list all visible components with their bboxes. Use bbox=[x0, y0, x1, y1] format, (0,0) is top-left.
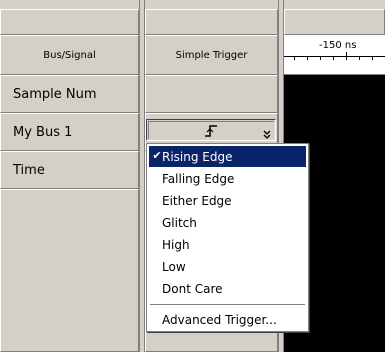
ruler-tick bbox=[372, 56, 373, 60]
menu-item-rising-edge[interactable]: ✔ Rising Edge bbox=[149, 146, 306, 167]
menu-item-label: High bbox=[162, 237, 190, 252]
ruler-tick bbox=[359, 56, 360, 60]
menu-item-advanced-trigger[interactable]: Advanced Trigger... bbox=[149, 309, 306, 330]
ruler-tick bbox=[333, 56, 334, 60]
trigger-editor-window: Bus/Signal Simple Trigger -150 ns Sample… bbox=[0, 0, 385, 352]
signal-row-label[interactable]: Time bbox=[0, 151, 139, 189]
menu-item-falling-edge[interactable]: Falling Edge bbox=[149, 168, 306, 189]
top-header-cell-1 bbox=[0, 9, 139, 35]
menu-item-label: Either Edge bbox=[162, 193, 232, 208]
signal-row-label[interactable]: My Bus 1 bbox=[0, 113, 139, 151]
menu-separator bbox=[150, 304, 305, 306]
top-header-cell-2 bbox=[145, 9, 278, 35]
menu-item-label: Falling Edge bbox=[162, 171, 235, 186]
trigger-type-dropdown: ✔ Rising Edge Falling Edge Either Edge G… bbox=[146, 143, 309, 332]
menu-item-label: Glitch bbox=[162, 215, 197, 230]
top-header-cell-3 bbox=[284, 9, 385, 35]
timescale-label: -150 ns bbox=[319, 40, 357, 51]
menu-item-dont-care[interactable]: Dont Care bbox=[149, 278, 306, 299]
double-chevron-down-icon[interactable] bbox=[263, 125, 271, 139]
empty-row-area bbox=[0, 189, 139, 352]
ruler-tick bbox=[294, 56, 295, 60]
column-header-simple-trigger[interactable]: Simple Trigger bbox=[145, 35, 278, 75]
checkmark-icon: ✔ bbox=[152, 149, 162, 162]
ruler-tick bbox=[307, 56, 308, 60]
column-divider bbox=[139, 0, 140, 352]
ruler-tick-major bbox=[346, 52, 347, 60]
menu-item-label: Rising Edge bbox=[162, 149, 233, 164]
column-header-bus-signal[interactable]: Bus/Signal bbox=[0, 35, 139, 75]
menu-item-label: Advanced Trigger... bbox=[162, 312, 277, 327]
trigger-select[interactable] bbox=[146, 119, 276, 141]
timescale-ruler[interactable]: -150 ns bbox=[284, 35, 385, 75]
menu-item-low[interactable]: Low bbox=[149, 256, 306, 277]
menu-item-glitch[interactable]: Glitch bbox=[149, 212, 306, 233]
ruler-tick bbox=[320, 56, 321, 60]
menu-item-either-edge[interactable]: Either Edge bbox=[149, 190, 306, 211]
menu-item-label: Low bbox=[162, 259, 186, 274]
ruler-baseline bbox=[284, 56, 385, 57]
menu-item-label: Dont Care bbox=[162, 281, 223, 296]
rising-edge-icon bbox=[204, 123, 218, 137]
signal-row-label[interactable]: Sample Num bbox=[0, 75, 139, 113]
menu-item-high[interactable]: High bbox=[149, 234, 306, 255]
trigger-cell-sample-num[interactable] bbox=[145, 75, 278, 113]
